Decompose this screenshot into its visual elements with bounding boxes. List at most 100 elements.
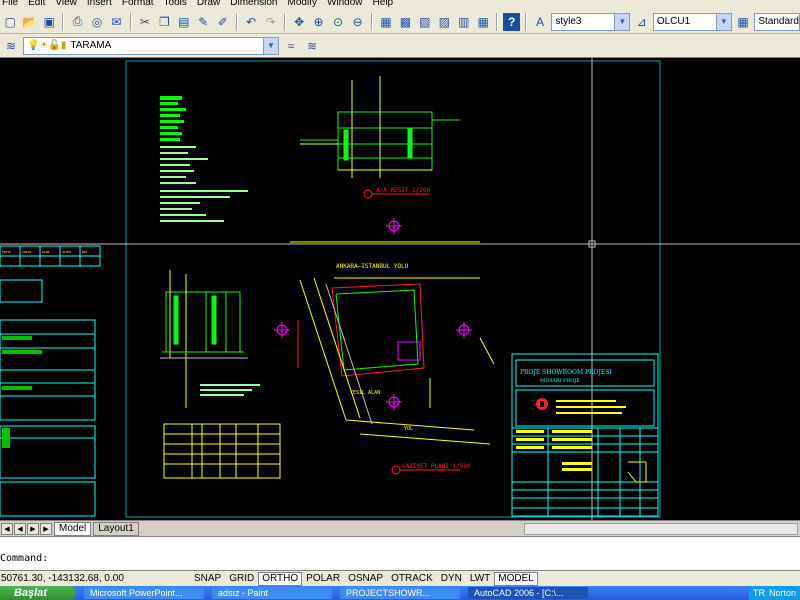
- layer-state-icons: 💡☀🔓▮: [27, 40, 67, 51]
- menu-help[interactable]: Help: [373, 0, 394, 8]
- print-icon[interactable]: ⎙: [69, 13, 85, 31]
- preview-icon[interactable]: ◎: [89, 13, 105, 31]
- dim-style-icon: ⊿: [636, 14, 647, 29]
- layers-toolbar: ≋ 💡☀🔓▮ TARAMA ▼ ≈ ≋: [0, 34, 800, 58]
- drawing-canvas[interactable]: PAFTA TARIH ALAN OLCEK NOT A-A KESIT 1/2…: [0, 58, 800, 520]
- site-plan: ANKARA–ISTANBUL YOLU YESIL ALAN YOL: [290, 241, 495, 445]
- table-style-combo[interactable]: Standard: [754, 12, 800, 31]
- drawing-svg: PAFTA TARIH ALAN OLCEK NOT A-A KESIT 1/2…: [0, 58, 800, 520]
- start-button[interactable]: Başlat: [0, 586, 76, 600]
- command-prompt: Command:: [0, 553, 49, 564]
- tab-model[interactable]: Model: [54, 521, 92, 536]
- save-icon[interactable]: ▣: [41, 13, 57, 31]
- model-space-toggle[interactable]: MODEL: [494, 571, 538, 586]
- text-style-combo[interactable]: style3 ▼: [551, 12, 631, 31]
- help-icon[interactable]: ?: [503, 12, 520, 31]
- menu-insert[interactable]: Insert: [87, 0, 112, 8]
- cut-icon[interactable]: ✂: [137, 13, 153, 31]
- menu-dimension[interactable]: Dimension: [230, 0, 277, 8]
- menu-modify[interactable]: Modify: [288, 0, 317, 8]
- block-editor-icon[interactable]: ✐: [215, 13, 231, 31]
- paste-icon[interactable]: ▤: [176, 13, 192, 31]
- properties-icon[interactable]: ▦: [378, 13, 394, 31]
- section-a-a-label: A-A KESIT 1/200: [363, 187, 431, 199]
- menu-tools[interactable]: Tools: [164, 0, 187, 8]
- layer-manager-icon[interactable]: ≋: [2, 37, 20, 55]
- horizontal-scrollbar[interactable]: [524, 523, 798, 535]
- redo-icon[interactable]: ↷: [262, 13, 278, 31]
- title-block: [511, 353, 659, 517]
- ortho-toggle[interactable]: ORTHO: [258, 571, 303, 586]
- layer-previous-icon[interactable]: ≋: [303, 37, 321, 55]
- last-tab-icon[interactable]: ▶: [40, 522, 52, 535]
- taskbar-item-powerpoint[interactable]: Microsoft PowerPoint...: [84, 587, 204, 599]
- lwt-toggle[interactable]: LWT: [466, 572, 494, 586]
- tool-palettes-icon[interactable]: ▧: [417, 13, 433, 31]
- open-icon[interactable]: 📂: [21, 13, 37, 31]
- make-object-layer-current-icon[interactable]: ≈: [282, 37, 300, 55]
- zoom-previous-icon[interactable]: ⊖: [349, 13, 365, 31]
- otrack-toggle[interactable]: OTRACK: [387, 572, 437, 586]
- language-indicator[interactable]: TR: [753, 588, 765, 598]
- next-tab-icon[interactable]: ▶: [27, 522, 39, 535]
- project-subtitle: MIMARI PROJE: [540, 378, 580, 384]
- new-icon[interactable]: ▢: [2, 13, 18, 31]
- left-table-header-cell: OLCEK: [62, 250, 71, 254]
- publish-icon[interactable]: ✉: [108, 13, 124, 31]
- match-properties-icon[interactable]: ✎: [195, 13, 211, 31]
- menu-edit[interactable]: Edit: [28, 0, 45, 8]
- prev-tab-icon[interactable]: ◀: [14, 522, 26, 535]
- project-title: PROJE SHOWROOM PROJESI: [520, 369, 612, 376]
- menu-draw[interactable]: Draw: [197, 0, 220, 8]
- layer-name: TARAMA: [70, 40, 112, 51]
- menu-format[interactable]: Format: [122, 0, 154, 8]
- calculator-icon[interactable]: ▦: [475, 13, 491, 31]
- left-table-header-cell: ALAN: [42, 250, 49, 254]
- table-style-value: Standard: [758, 16, 799, 27]
- command-line[interactable]: Command:: [0, 536, 800, 570]
- chevron-down-icon[interactable]: ▼: [614, 13, 630, 30]
- copy-icon[interactable]: ❐: [156, 13, 172, 31]
- left-schedule-table: [0, 245, 101, 517]
- windows-taskbar: Başlat Microsoft PowerPoint... adsız - P…: [0, 586, 800, 600]
- menu-file[interactable]: File: [2, 0, 18, 8]
- coordinate-readout[interactable]: 50761.30, -143132.68, 0.00: [0, 573, 190, 584]
- text-style-value: style3: [555, 16, 582, 27]
- left-table-fills: [2, 336, 42, 448]
- toolbar-separator: [370, 12, 373, 31]
- crosshair-cursor: [0, 58, 800, 520]
- area-label: YESIL ALAN: [350, 390, 380, 396]
- osnap-toggle[interactable]: OSNAP: [344, 572, 387, 586]
- menu-window[interactable]: Window: [327, 0, 363, 8]
- design-center-icon[interactable]: ▩: [397, 13, 413, 31]
- taskbar-item-autocad[interactable]: AutoCAD 2006 - [C:\...: [468, 587, 588, 599]
- toolbar-separator: [235, 12, 238, 31]
- toolbar-separator: [283, 12, 286, 31]
- layer-combo[interactable]: 💡☀🔓▮ TARAMA ▼: [23, 36, 279, 55]
- pan-icon[interactable]: ✥: [291, 13, 307, 31]
- snap-toggle[interactable]: SNAP: [190, 572, 225, 586]
- zoom-window-icon[interactable]: ⊙: [330, 13, 346, 31]
- menu-view[interactable]: View: [55, 0, 77, 8]
- norton-icon[interactable]: Norton: [769, 588, 796, 598]
- chevron-down-icon[interactable]: ▼: [263, 37, 278, 54]
- dim-style-value: OLCU1: [656, 16, 691, 27]
- general-notes: [160, 96, 248, 222]
- zoom-realtime-icon[interactable]: ⊕: [310, 13, 326, 31]
- markup-icon[interactable]: ▥: [456, 13, 472, 31]
- taskbar-item-folder[interactable]: PROJECTSHOWR...: [340, 587, 460, 599]
- chevron-down-icon[interactable]: ▼: [715, 13, 731, 30]
- taskbar-item-paint[interactable]: adsız - Paint: [212, 587, 332, 599]
- toolbar-separator: [62, 12, 65, 31]
- grid-toggle[interactable]: GRID: [225, 572, 258, 586]
- dyn-toggle[interactable]: DYN: [437, 572, 466, 586]
- first-tab-icon[interactable]: ◀: [1, 522, 13, 535]
- section-a-a: [300, 76, 460, 178]
- site-plan-label: VAZIYET PLANI 1/500: [391, 463, 471, 475]
- menu-bar: File Edit View Insert Format Tools Draw …: [0, 0, 800, 10]
- undo-icon[interactable]: ↶: [243, 13, 259, 31]
- polar-toggle[interactable]: POLAR: [302, 572, 344, 586]
- sheet-set-icon[interactable]: ▨: [436, 13, 452, 31]
- dim-style-combo[interactable]: OLCU1 ▼: [652, 12, 732, 31]
- tab-layout1[interactable]: Layout1: [93, 521, 139, 536]
